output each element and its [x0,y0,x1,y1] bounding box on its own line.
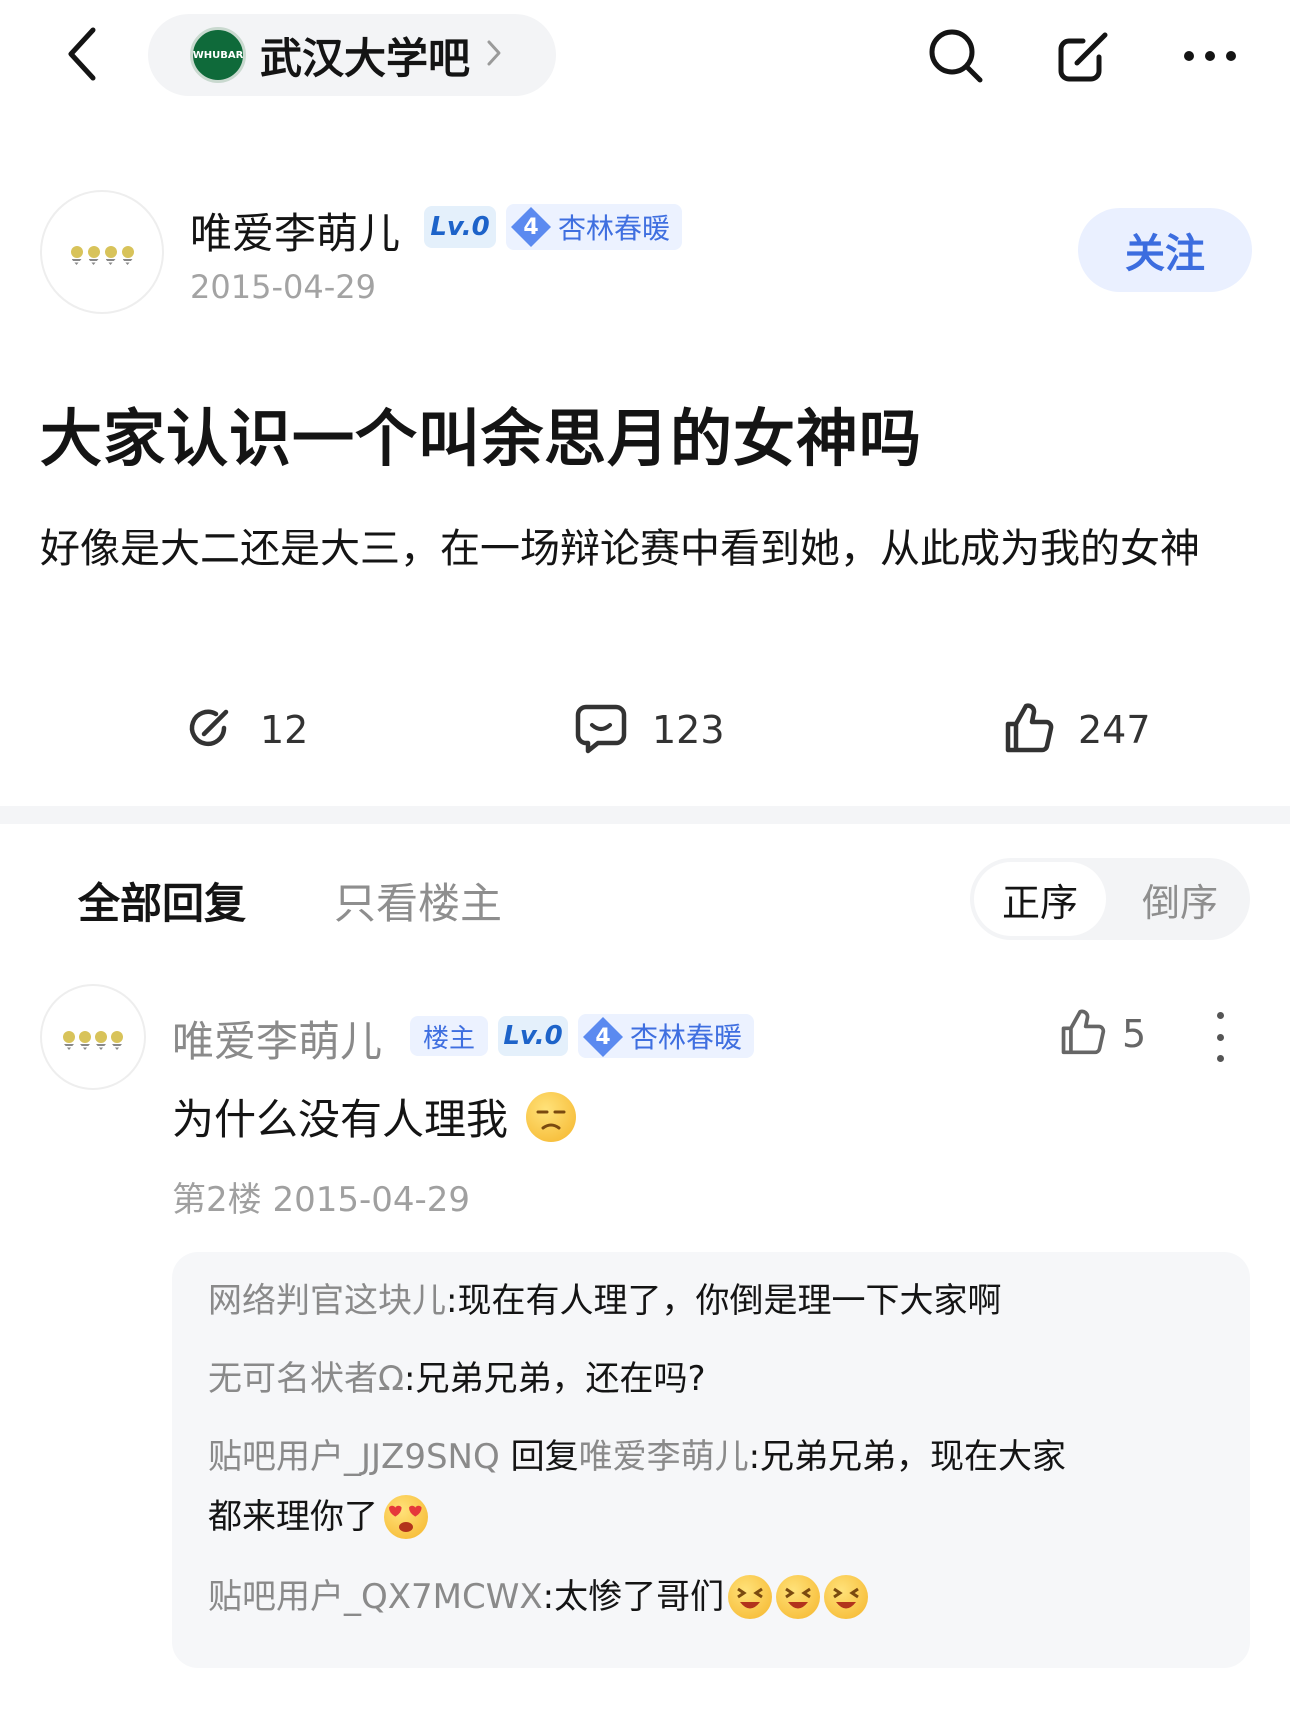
title-badge-level: 4 [523,214,539,240]
laughing-emoji-icon [776,1575,821,1619]
sub-reply-text-cont: 都来理你了 [208,1497,378,1537]
tab-op-only[interactable]: 只看楼主 [334,870,502,931]
author-name[interactable]: 唯爱李萌儿 [190,200,400,261]
section-divider [0,806,1290,824]
comment-title-badge: 4 杏林春暖 [578,1014,755,1058]
comment-meta: 第2楼 2015-04-29 [172,1172,470,1221]
comment-title-badge-level: 4 [595,1024,611,1050]
laughing-emoji-icon [728,1575,773,1619]
sub-reply-separator: : [748,1437,761,1477]
sub-reply-user[interactable]: 贴吧用户_JJZ9SNQ [208,1437,500,1477]
comment-date: 2015-04-29 [272,1180,471,1220]
compose-icon[interactable] [1054,26,1114,86]
sub-reply[interactable]: 无可名状者Ω:兄弟兄弟，还在吗? [208,1350,706,1408]
op-badge: 楼主 [410,1016,488,1056]
sub-reply-text: 现在有人理了，你倒是理一下大家啊 [457,1281,1002,1321]
sub-reply[interactable]: 网络判官这块儿:现在有人理了，你倒是理一下大家啊 [208,1272,1001,1330]
post-body: 好像是大二还是大三，在一场辩论赛中看到她，从此成为我的女神 [40,526,1200,572]
chevron-right-icon [486,39,502,71]
heart-eyes-emoji-icon [384,1495,428,1539]
comment-text: 为什么没有人理我 [172,1095,509,1144]
sub-replies-box[interactable]: 网络判官这块儿:现在有人理了，你倒是理一下大家啊 无可名状者Ω:兄弟兄弟，还在吗… [172,1252,1250,1668]
share-icon [184,702,236,758]
sub-reply-user[interactable]: 网络判官这块儿 [208,1281,446,1321]
follow-button[interactable]: 关注 [1078,208,1252,292]
comment-more-icon[interactable] [1210,1012,1230,1062]
forum-logo-text: WHUBAR [192,49,244,61]
diamond-icon: 4 [582,1016,624,1058]
sort-toggle: 正序 倒序 [970,858,1250,940]
sub-reply-user[interactable]: 无可名状者Ω [208,1359,404,1399]
sub-reply-separator: : [542,1577,555,1617]
sub-reply-reply-word: 回复 [510,1437,579,1477]
laughing-emoji-icon [824,1575,869,1619]
sub-reply-separator: : [446,1281,458,1321]
like-count: 247 [1078,708,1151,752]
top-nav-bar: WHUBAR 武汉大学吧 [0,0,1290,110]
back-arrow-icon[interactable] [52,22,112,86]
sulking-emoji-icon [526,1091,577,1142]
level-badge: Lv.0 [424,206,496,248]
share-action[interactable]: 12 [184,698,308,762]
sub-reply-reply-to[interactable]: 唯爱李萌儿 [579,1437,749,1477]
thumbs-up-icon [1002,702,1054,758]
sub-reply[interactable]: 贴吧用户_QX7MCWX: 太惨了哥们 [208,1568,869,1626]
comment-action[interactable]: 123 [574,698,725,762]
title-badge: 4 杏林春暖 [506,204,683,250]
search-icon[interactable] [926,26,986,86]
thumbs-up-icon [1058,1008,1106,1060]
share-count: 12 [260,708,309,752]
sub-reply-text: 太惨了哥们 [554,1577,725,1617]
comment-author-name[interactable]: 唯爱李萌儿 [172,1008,382,1069]
comment-icon [574,701,628,759]
forum-name: 武汉大学吧 [260,33,471,83]
sub-reply-continuation: 都来理你了 [208,1488,428,1546]
comment-title-badge-text: 杏林春暖 [630,1021,743,1054]
post-title: 大家认识一个叫余思月的女神吗 [40,402,923,475]
author-avatar[interactable] [40,190,164,314]
sort-ascending-button[interactable]: 正序 [974,862,1106,936]
bottom-spacer [0,1690,1290,1714]
post-date: 2015-04-29 [190,268,376,306]
sub-reply-text: 兄弟兄弟，还在吗? [415,1359,706,1399]
more-icon[interactable] [1180,26,1240,86]
title-badge-text: 杏林春暖 [558,212,671,245]
comment-text-row: 为什么没有人理我 [172,1086,577,1147]
like-action[interactable]: 247 [1002,698,1151,762]
sort-descending-button[interactable]: 倒序 [1114,862,1246,936]
forum-link[interactable]: WHUBAR 武汉大学吧 [148,14,556,96]
comment-count: 123 [652,708,725,752]
sub-reply-user[interactable]: 贴吧用户_QX7MCWX [208,1568,543,1626]
tab-all-replies[interactable]: 全部回复 [78,870,246,931]
comment-level-badge: Lv.0 [498,1016,568,1056]
comment-avatar[interactable] [40,984,146,1090]
diamond-icon: 4 [510,206,552,248]
sub-reply[interactable]: 贴吧用户_JJZ9SNQ 回复唯爱李萌儿:兄弟兄弟，现在大家 [208,1428,1066,1486]
forum-logo: WHUBAR [190,27,246,83]
sub-reply-text: 兄弟兄弟，现在大家 [760,1437,1067,1477]
comment-floor: 第2楼 [172,1180,262,1220]
comment-like-button[interactable]: 5 [1058,1008,1146,1060]
comment-like-count: 5 [1122,1012,1147,1056]
sub-reply-separator: : [403,1359,416,1399]
